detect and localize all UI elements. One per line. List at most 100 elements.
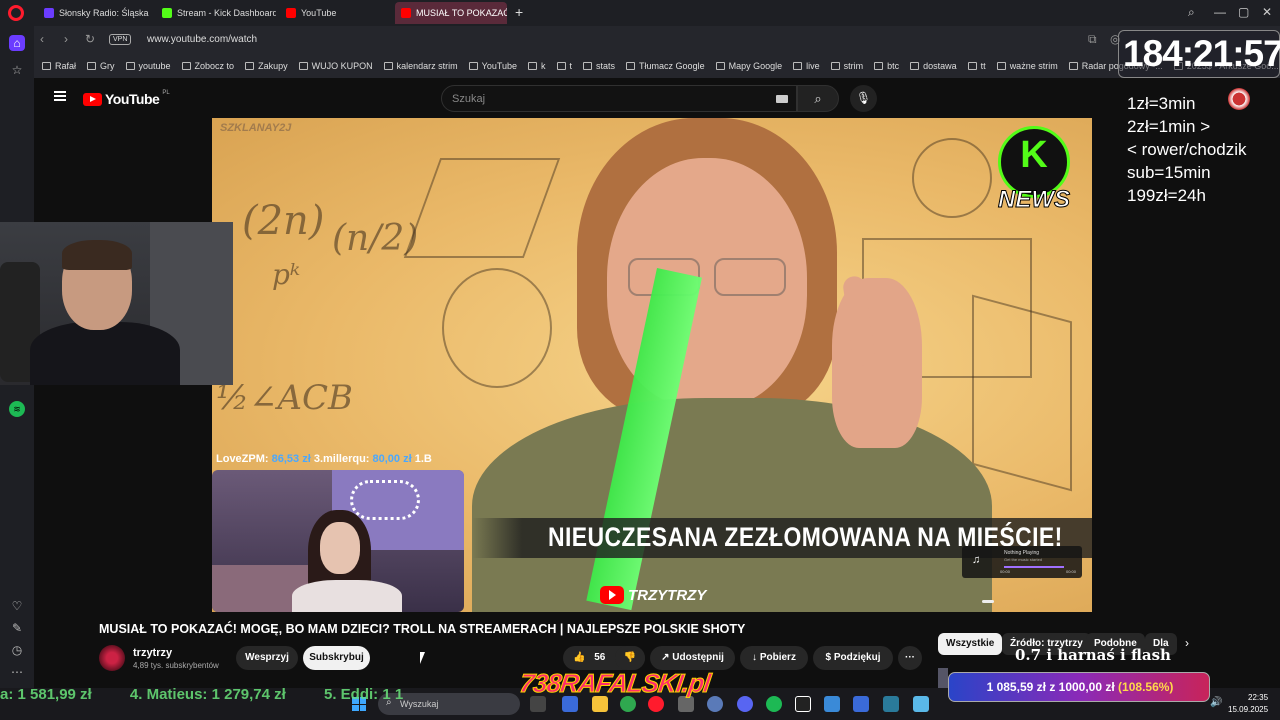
bookmark-label: Rafał bbox=[55, 61, 77, 71]
bookmark-item[interactable]: Zakupy bbox=[245, 61, 288, 71]
rafalski-logo: 738RAFALSKI.pl bbox=[517, 666, 770, 702]
support-button[interactable]: Wesprzyj bbox=[236, 646, 298, 670]
bookmark-item[interactable]: kalendarz strim bbox=[383, 61, 458, 71]
bookmark-item[interactable]: youtube bbox=[125, 61, 171, 71]
menu-icon[interactable] bbox=[54, 91, 66, 101]
close-icon[interactable]: ✕ bbox=[1262, 5, 1272, 19]
bookmark-item[interactable]: ważne strim bbox=[996, 61, 1058, 71]
recommended-thumbnail[interactable] bbox=[938, 668, 948, 688]
bookmark-label: Mapy Google bbox=[728, 61, 783, 71]
folder-icon bbox=[715, 62, 725, 70]
bookmarks-bar: Rafał Gry youtube Zobocz to Zakupy WUJO KUPON… bbox=[34, 54, 1280, 78]
bookmark-item[interactable]: t bbox=[556, 61, 573, 71]
edit-icon[interactable]: ✎ bbox=[9, 620, 25, 636]
bookmark-label: t bbox=[569, 61, 573, 71]
bookmark-label: Zakupy bbox=[258, 61, 288, 71]
history-icon[interactable]: ◷ bbox=[9, 642, 25, 658]
minimize-icon[interactable]: — bbox=[1214, 5, 1226, 19]
opera-logo-icon[interactable] bbox=[8, 5, 24, 21]
search-button[interactable]: ⌕ bbox=[797, 85, 839, 112]
bookmark-item[interactable]: WUJO KUPON bbox=[298, 61, 373, 71]
bookmark-label: dostawa bbox=[923, 61, 957, 71]
folder-icon bbox=[181, 62, 191, 70]
bookmark-item[interactable]: tt bbox=[967, 61, 986, 71]
extension-icon[interactable]: ⧉ bbox=[1088, 32, 1097, 47]
back-icon[interactable]: ‹ bbox=[40, 32, 44, 46]
now-playing-subtitle: Get the music started bbox=[1004, 557, 1043, 562]
tab-youtube[interactable]: YouTube bbox=[280, 2, 392, 24]
thanks-label: Podziękuj bbox=[833, 652, 881, 663]
bookmark-item[interactable]: Tłumacz Google bbox=[626, 61, 705, 71]
filter-chip-all[interactable]: Wszystkie bbox=[938, 633, 1003, 655]
bookmark-label: ważne strim bbox=[1009, 61, 1058, 71]
vpn-badge[interactable]: VPN bbox=[109, 34, 132, 45]
browser-tab-bar: Słonsky Radio: Śląska Stream - Kick Dash… bbox=[0, 0, 1280, 26]
youtube-logo[interactable]: YouTube PL bbox=[83, 90, 170, 107]
tip-amount: 86,53 zł bbox=[271, 453, 311, 465]
app-icon[interactable] bbox=[853, 696, 869, 712]
reload-icon[interactable]: ↻ bbox=[85, 32, 95, 46]
chevron-right-icon[interactable]: › bbox=[1185, 636, 1189, 650]
channel-avatar[interactable] bbox=[99, 645, 125, 671]
taskbar-clock[interactable]: 22:35 15.09.2025 bbox=[1228, 692, 1268, 716]
bookmark-item[interactable]: dostawa bbox=[910, 61, 957, 71]
more-icon[interactable]: ⋯ bbox=[9, 664, 25, 680]
subscribe-button[interactable]: Subskrybuj bbox=[303, 646, 370, 670]
more-actions-button[interactable]: ··· bbox=[898, 646, 922, 670]
bookmark-item[interactable]: YouTube bbox=[468, 61, 517, 71]
now-playing-widget: ♫ Nothing Playing Get the music started … bbox=[962, 546, 1082, 578]
folder-icon bbox=[967, 62, 977, 70]
app-icon[interactable] bbox=[824, 696, 840, 712]
subathon-timer-box: 184:21:57 bbox=[1118, 30, 1280, 78]
webcam-hair bbox=[62, 240, 132, 270]
channel-name[interactable]: trzytrzy bbox=[133, 647, 172, 659]
video-progress-indicator[interactable] bbox=[982, 600, 994, 603]
now-playing-progress bbox=[1004, 566, 1064, 568]
keyboard-icon[interactable] bbox=[776, 95, 788, 103]
bookmark-star-icon[interactable]: ☆ bbox=[9, 62, 25, 78]
math-formula: pᵏ bbox=[272, 258, 301, 291]
bookmark-item[interactable]: Rafał bbox=[42, 61, 76, 71]
bookmark-item[interactable]: Mapy Google bbox=[715, 61, 783, 71]
geometry-shape bbox=[403, 158, 561, 258]
bookmark-item[interactable]: strim bbox=[830, 61, 863, 71]
bookmark-item[interactable]: Zobocz to bbox=[181, 61, 234, 71]
maximize-icon[interactable]: ▢ bbox=[1238, 5, 1249, 19]
bookmark-item[interactable]: live bbox=[793, 61, 820, 71]
search-input[interactable] bbox=[452, 91, 772, 107]
folder-icon bbox=[528, 62, 538, 70]
folder-icon bbox=[383, 62, 393, 70]
beer-overlay-text: 0.7 i harnaś i flash bbox=[1015, 646, 1171, 664]
tab-label: Słonsky Radio: Śląska bbox=[59, 8, 149, 18]
heart-icon[interactable]: ♡ bbox=[9, 598, 25, 614]
bookmark-item[interactable]: Gry bbox=[87, 61, 115, 71]
bookmark-item[interactable]: btc bbox=[874, 61, 899, 71]
mic-icon[interactable]: 🎙 bbox=[850, 85, 877, 112]
home-icon[interactable]: ⌂ bbox=[9, 35, 25, 51]
search-tabs-icon[interactable]: ⌕ bbox=[1188, 5, 1195, 20]
tip-name: 3.millerqu: bbox=[313, 453, 370, 465]
obs-icon[interactable] bbox=[795, 696, 811, 712]
thanks-button[interactable]: $ Podziękuj bbox=[813, 646, 893, 670]
tab-active-video[interactable]: MUSIAŁ TO POKAZAĆ bbox=[395, 2, 507, 24]
bookmark-item[interactable]: stats bbox=[583, 61, 615, 71]
url-field[interactable]: www.youtube.com/watch bbox=[147, 34, 257, 45]
youtube-favicon-icon bbox=[401, 8, 411, 18]
volume-icon[interactable]: 🔊 bbox=[1210, 697, 1222, 708]
tab-slonsky-radio[interactable]: Słonsky Radio: Śląska bbox=[38, 2, 154, 24]
tab-kick-dashboard[interactable]: Stream - Kick Dashboard bbox=[156, 2, 276, 24]
leader-entry: 4. Matieus: 1 279,74 zł bbox=[129, 686, 286, 703]
mouse-cursor bbox=[420, 652, 425, 664]
math-formula: (2n) bbox=[242, 198, 325, 244]
app-icon[interactable] bbox=[913, 696, 929, 712]
subscriber-count: 4,89 tys. subskrybentów bbox=[133, 661, 219, 670]
bookmark-item[interactable]: k bbox=[528, 61, 546, 71]
guest-body bbox=[292, 580, 402, 612]
new-tab-icon[interactable]: + bbox=[515, 4, 523, 20]
spotify-icon[interactable]: ≋ bbox=[9, 401, 25, 417]
forward-icon[interactable]: › bbox=[64, 32, 68, 46]
bookmark-label: btc bbox=[887, 61, 900, 71]
donation-goal-bar: 1 085,59 zł z 1000,00 zł (108.56%) bbox=[948, 672, 1210, 702]
guest-face bbox=[320, 522, 360, 574]
app-icon[interactable] bbox=[883, 696, 899, 712]
